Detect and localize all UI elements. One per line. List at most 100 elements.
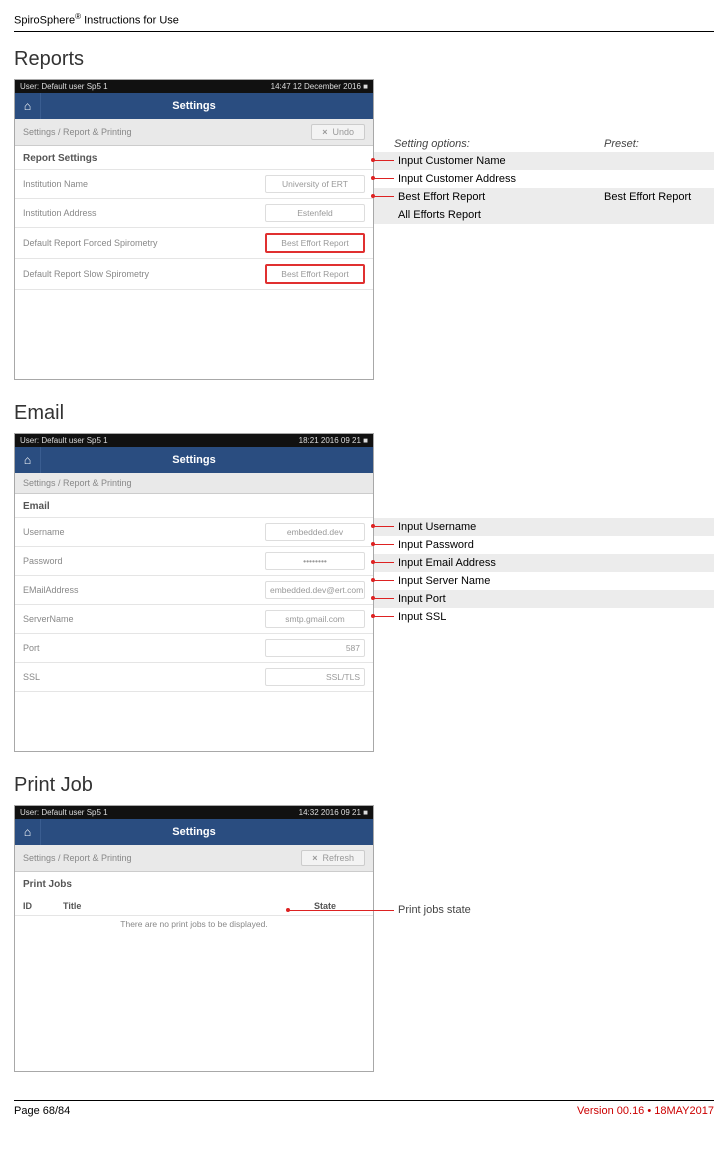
- form-row: SSLSSL/TLS: [15, 662, 373, 691]
- form-row: Usernameembedded.dev: [15, 517, 373, 546]
- annotation-printjob: Print jobs state: [374, 805, 714, 918]
- panel-title: Print Jobs: [15, 872, 373, 895]
- doc-title-post: Instructions for Use: [81, 15, 179, 27]
- col-id: ID: [23, 901, 63, 911]
- doc-title-pre: SpiroSphere: [14, 15, 75, 27]
- home-icon[interactable]: ⌂: [15, 447, 41, 473]
- table-header: ID Title State: [15, 895, 373, 915]
- form-row: EMailAddressembedded.dev@ert.com: [15, 575, 373, 604]
- annot-text: Input Server Name: [394, 575, 490, 587]
- doc-header: SpiroSphere® Instructions for Use: [14, 12, 714, 32]
- status-left: User: Default user Sp5 1: [20, 82, 108, 91]
- screenshot-printjob: User: Default user Sp5 1 14:32 2016 09 2…: [14, 805, 374, 1072]
- annotation-reports: Setting options: Preset: Input Customer …: [374, 79, 714, 224]
- annot-text: Print jobs state: [398, 904, 471, 916]
- breadcrumb-row: Settings / Report & Printing × Refresh: [15, 845, 373, 872]
- field-value-highlight[interactable]: Best Effort Report: [265, 233, 365, 253]
- annot-preset: Best Effort Report: [604, 191, 714, 203]
- field-label: Institution Name: [23, 179, 265, 189]
- leader-line: [374, 526, 394, 527]
- leader-line: [374, 178, 394, 179]
- field-value[interactable]: SSL/TLS: [265, 668, 365, 686]
- section-title-printjob: Print Job: [14, 774, 714, 797]
- section-title-reports: Reports: [14, 48, 714, 71]
- version-label: Version 00.16 • 18MAY2017: [577, 1105, 714, 1117]
- field-label: Port: [23, 643, 265, 653]
- annot-option: Input Customer Address: [394, 173, 604, 185]
- leader-line: [374, 580, 394, 581]
- annot-header-preset: Preset:: [604, 138, 714, 150]
- status-right: 14:47 12 December 2016 ■: [271, 82, 368, 91]
- annot-option: All Efforts Report: [394, 209, 604, 221]
- titlebar-label: Settings: [172, 454, 215, 466]
- leader-line: [374, 616, 394, 617]
- form-row: Institution NameUniversity of ERT: [15, 169, 373, 198]
- field-value[interactable]: Estenfeld: [265, 204, 365, 222]
- status-left: User: Default user Sp5 1: [20, 808, 108, 817]
- form-row: ServerNamesmtp.gmail.com: [15, 604, 373, 633]
- refresh-button[interactable]: × Refresh: [301, 850, 365, 866]
- leader-line: [374, 160, 394, 161]
- leader-line: [374, 196, 394, 197]
- form-row: Institution AddressEstenfeld: [15, 198, 373, 227]
- close-icon: ×: [322, 127, 327, 137]
- field-value[interactable]: embedded.dev@ert.com: [265, 581, 365, 599]
- field-value[interactable]: 587: [265, 639, 365, 657]
- panel-title: Report Settings: [15, 146, 373, 169]
- screenshot-email: User: Default user Sp5 1 18:21 2016 09 2…: [14, 433, 374, 752]
- form-row: Password••••••••: [15, 546, 373, 575]
- undo-label: Undo: [332, 127, 354, 137]
- undo-button[interactable]: × Undo: [311, 124, 365, 140]
- page-number: Page 68/84: [14, 1105, 70, 1117]
- leader-line: [374, 598, 394, 599]
- close-icon: ×: [312, 853, 317, 863]
- annot-option: Input Customer Name: [394, 155, 604, 167]
- breadcrumb-row: Settings / Report & Printing × Undo: [15, 119, 373, 146]
- statusbar: User: Default user Sp5 1 14:32 2016 09 2…: [15, 806, 373, 819]
- annot-text: Input Port: [394, 593, 446, 605]
- home-icon[interactable]: ⌂: [15, 93, 41, 119]
- field-value-highlight[interactable]: Best Effort Report: [265, 264, 365, 284]
- empty-message: There are no print jobs to be displayed.: [15, 915, 373, 931]
- panel-title: Email: [15, 494, 373, 517]
- leader-line: [289, 910, 394, 911]
- doc-footer: Page 68/84 Version 00.16 • 18MAY2017: [14, 1100, 714, 1127]
- refresh-label: Refresh: [322, 853, 354, 863]
- form-row: Default Report Slow SpirometryBest Effor…: [15, 258, 373, 289]
- statusbar: User: Default user Sp5 1 18:21 2016 09 2…: [15, 434, 373, 447]
- field-value[interactable]: ••••••••: [265, 552, 365, 570]
- form-row: Default Report Forced SpirometryBest Eff…: [15, 227, 373, 258]
- field-label: Password: [23, 556, 265, 566]
- field-value[interactable]: embedded.dev: [265, 523, 365, 541]
- status-left: User: Default user Sp5 1: [20, 436, 108, 445]
- breadcrumb: Settings / Report & Printing: [23, 853, 132, 863]
- titlebar-label: Settings: [172, 826, 215, 838]
- field-label: EMailAddress: [23, 585, 265, 595]
- status-right: 18:21 2016 09 21 ■: [299, 436, 368, 445]
- field-label: Default Report Slow Spirometry: [23, 269, 265, 279]
- annot-text: Input Username: [394, 521, 476, 533]
- field-label: SSL: [23, 672, 265, 682]
- home-icon[interactable]: ⌂: [15, 819, 41, 845]
- field-label: Default Report Forced Spirometry: [23, 238, 265, 248]
- annot-text: Input Email Address: [394, 557, 496, 569]
- screenshot-reports: User: Default user Sp5 1 14:47 12 Decemb…: [14, 79, 374, 380]
- annot-header-options: Setting options:: [394, 138, 604, 150]
- annot-text: Input SSL: [394, 611, 446, 623]
- section-title-email: Email: [14, 402, 714, 425]
- annot-text: Input Password: [394, 539, 474, 551]
- leader-line: [374, 562, 394, 563]
- titlebar: ⌂ Settings: [15, 447, 373, 473]
- field-value[interactable]: smtp.gmail.com: [265, 610, 365, 628]
- breadcrumb: Settings / Report & Printing: [23, 478, 132, 488]
- leader-line: [374, 544, 394, 545]
- field-label: ServerName: [23, 614, 265, 624]
- titlebar-label: Settings: [172, 100, 215, 112]
- annotation-email: Input Username Input Password Input Emai…: [374, 433, 714, 626]
- status-right: 14:32 2016 09 21 ■: [299, 808, 368, 817]
- breadcrumb-row: Settings / Report & Printing: [15, 473, 373, 494]
- statusbar: User: Default user Sp5 1 14:47 12 Decemb…: [15, 80, 373, 93]
- col-title: Title: [63, 901, 285, 911]
- field-value[interactable]: University of ERT: [265, 175, 365, 193]
- annot-option: Best Effort Report: [394, 191, 604, 203]
